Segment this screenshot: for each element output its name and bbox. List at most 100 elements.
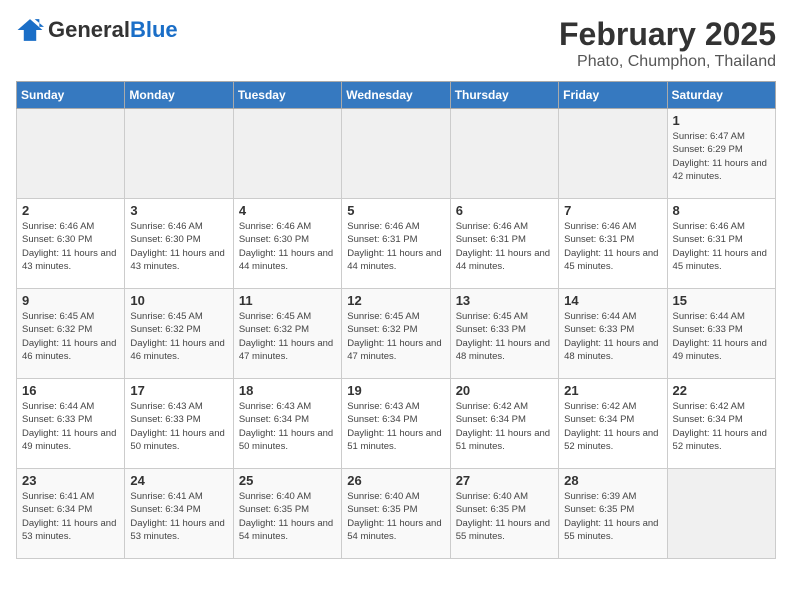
day-number: 3: [130, 203, 227, 218]
calendar-cell: 18 Sunrise: 6:43 AM Sunset: 6:34 PM Dayli…: [233, 379, 341, 469]
day-number: 16: [22, 383, 119, 398]
day-info: Sunrise: 6:43 AM Sunset: 6:33 PM Dayligh…: [130, 400, 227, 453]
month-year-title: February 2025: [559, 16, 776, 53]
calendar-cell: 24Sunrise: 6:41 AM Sunset: 6:34 PM Dayli…: [125, 469, 233, 559]
week-row-5: 23 Sunrise: 6:41 AM Sunset: 6:34 PM Dayli…: [17, 469, 776, 559]
day-number: 5: [347, 203, 444, 218]
day-number: 9: [22, 293, 119, 308]
title-block: February 2025 Phato, Chumphon, Thailand: [559, 16, 776, 71]
day-number: 25: [239, 473, 336, 488]
day-number: 7: [564, 203, 661, 218]
logo-blue-text: Blue: [130, 19, 178, 41]
calendar-cell: 10 Sunrise: 6:45 AM Sunset: 6:32 PM Dayli…: [125, 289, 233, 379]
day-info: Sunrise: 6:43 AM Sunset: 6:34 PM Dayligh…: [239, 400, 336, 453]
day-number: 28: [564, 473, 661, 488]
calendar-cell: 12 Sunrise: 6:45 AM Sunset: 6:32 PM Dayli…: [342, 289, 450, 379]
day-info: Sunrise: 6:46 AM Sunset: 6:31 PM Dayligh…: [564, 220, 661, 273]
day-number: 15: [673, 293, 770, 308]
calendar-cell: [667, 469, 775, 559]
day-number: 23: [22, 473, 119, 488]
day-info: Sunrise: 6:47 AM Sunset: 6:29 PM Dayligh…: [673, 130, 770, 183]
logo: GeneralBlue: [16, 16, 178, 44]
calendar-cell: [559, 109, 667, 199]
logo-icon: [16, 16, 44, 44]
header-saturday: Saturday: [667, 82, 775, 109]
calendar-cell: 16 Sunrise: 6:44 AM Sunset: 6:33 PM Dayli…: [17, 379, 125, 469]
day-info: Sunrise: 6:42 AM Sunset: 6:34 PM Dayligh…: [564, 400, 661, 453]
day-info: Sunrise: 6:45 AM Sunset: 6:32 PM Dayligh…: [239, 310, 336, 363]
calendar-cell: 8 Sunrise: 6:46 AM Sunset: 6:31 PM Daylig…: [667, 199, 775, 289]
calendar-cell: 4Sunrise: 6:46 AM Sunset: 6:30 PM Daylig…: [233, 199, 341, 289]
week-row-2: 2Sunrise: 6:46 AM Sunset: 6:30 PM Daylig…: [17, 199, 776, 289]
day-number: 22: [673, 383, 770, 398]
header-thursday: Thursday: [450, 82, 558, 109]
day-number: 13: [456, 293, 553, 308]
week-row-4: 16 Sunrise: 6:44 AM Sunset: 6:33 PM Dayli…: [17, 379, 776, 469]
day-info: Sunrise: 6:45 AM Sunset: 6:32 PM Dayligh…: [22, 310, 119, 363]
day-info: Sunrise: 6:43 AM Sunset: 6:34 PM Dayligh…: [347, 400, 444, 453]
calendar-cell: 14 Sunrise: 6:44 AM Sunset: 6:33 PM Dayli…: [559, 289, 667, 379]
calendar-cell: 15 Sunrise: 6:44 AM Sunset: 6:33 PM Dayli…: [667, 289, 775, 379]
header-wednesday: Wednesday: [342, 82, 450, 109]
day-info: Sunrise: 6:39 AM Sunset: 6:35 PM Dayligh…: [564, 490, 661, 543]
calendar-cell: 21 Sunrise: 6:42 AM Sunset: 6:34 PM Dayli…: [559, 379, 667, 469]
calendar-cell: 6Sunrise: 6:46 AM Sunset: 6:31 PM Daylig…: [450, 199, 558, 289]
calendar-cell: [17, 109, 125, 199]
day-info: Sunrise: 6:44 AM Sunset: 6:33 PM Dayligh…: [564, 310, 661, 363]
day-number: 4: [239, 203, 336, 218]
page-header: GeneralBlue February 2025 Phato, Chumpho…: [16, 16, 776, 71]
day-number: 1: [673, 113, 770, 128]
day-info: Sunrise: 6:42 AM Sunset: 6:34 PM Dayligh…: [673, 400, 770, 453]
header-friday: Friday: [559, 82, 667, 109]
day-number: 14: [564, 293, 661, 308]
location-subtitle: Phato, Chumphon, Thailand: [559, 53, 776, 71]
calendar-cell: 11Sunrise: 6:45 AM Sunset: 6:32 PM Dayli…: [233, 289, 341, 379]
day-info: Sunrise: 6:42 AM Sunset: 6:34 PM Dayligh…: [456, 400, 553, 453]
day-info: Sunrise: 6:45 AM Sunset: 6:32 PM Dayligh…: [347, 310, 444, 363]
calendar-cell: 17Sunrise: 6:43 AM Sunset: 6:33 PM Dayli…: [125, 379, 233, 469]
day-info: Sunrise: 6:46 AM Sunset: 6:31 PM Dayligh…: [347, 220, 444, 273]
day-info: Sunrise: 6:44 AM Sunset: 6:33 PM Dayligh…: [22, 400, 119, 453]
calendar-cell: 25 Sunrise: 6:40 AM Sunset: 6:35 PM Dayli…: [233, 469, 341, 559]
day-number: 18: [239, 383, 336, 398]
header-monday: Monday: [125, 82, 233, 109]
day-number: 24: [130, 473, 227, 488]
day-info: Sunrise: 6:45 AM Sunset: 6:32 PM Dayligh…: [130, 310, 227, 363]
calendar-cell: [125, 109, 233, 199]
calendar-cell: 26 Sunrise: 6:40 AM Sunset: 6:35 PM Dayli…: [342, 469, 450, 559]
day-info: Sunrise: 6:46 AM Sunset: 6:31 PM Dayligh…: [673, 220, 770, 273]
calendar-cell: 20Sunrise: 6:42 AM Sunset: 6:34 PM Dayli…: [450, 379, 558, 469]
calendar-cell: 3Sunrise: 6:46 AM Sunset: 6:30 PM Daylig…: [125, 199, 233, 289]
day-number: 8: [673, 203, 770, 218]
day-info: Sunrise: 6:40 AM Sunset: 6:35 PM Dayligh…: [347, 490, 444, 543]
week-row-3: 9 Sunrise: 6:45 AM Sunset: 6:32 PM Daylig…: [17, 289, 776, 379]
day-number: 12: [347, 293, 444, 308]
header-sunday: Sunday: [17, 82, 125, 109]
calendar-cell: 19 Sunrise: 6:43 AM Sunset: 6:34 PM Dayli…: [342, 379, 450, 469]
calendar-cell: 13 Sunrise: 6:45 AM Sunset: 6:33 PM Dayli…: [450, 289, 558, 379]
day-number: 10: [130, 293, 227, 308]
calendar-cell: 28 Sunrise: 6:39 AM Sunset: 6:35 PM Dayli…: [559, 469, 667, 559]
day-number: 27: [456, 473, 553, 488]
logo-general-text: General: [48, 19, 130, 41]
day-number: 19: [347, 383, 444, 398]
calendar-cell: [233, 109, 341, 199]
header-tuesday: Tuesday: [233, 82, 341, 109]
calendar-header-row: SundayMondayTuesdayWednesdayThursdayFrid…: [17, 82, 776, 109]
day-info: Sunrise: 6:44 AM Sunset: 6:33 PM Dayligh…: [673, 310, 770, 363]
calendar-cell: [342, 109, 450, 199]
day-info: Sunrise: 6:45 AM Sunset: 6:33 PM Dayligh…: [456, 310, 553, 363]
day-number: 21: [564, 383, 661, 398]
week-row-1: 1 Sunrise: 6:47 AM Sunset: 6:29 PM Daylig…: [17, 109, 776, 199]
day-number: 26: [347, 473, 444, 488]
calendar-cell: 1 Sunrise: 6:47 AM Sunset: 6:29 PM Daylig…: [667, 109, 775, 199]
day-info: Sunrise: 6:46 AM Sunset: 6:30 PM Dayligh…: [22, 220, 119, 273]
calendar-cell: 2Sunrise: 6:46 AM Sunset: 6:30 PM Daylig…: [17, 199, 125, 289]
day-info: Sunrise: 6:41 AM Sunset: 6:34 PM Dayligh…: [22, 490, 119, 543]
calendar-cell: 9 Sunrise: 6:45 AM Sunset: 6:32 PM Daylig…: [17, 289, 125, 379]
calendar-cell: 22 Sunrise: 6:42 AM Sunset: 6:34 PM Dayli…: [667, 379, 775, 469]
day-info: Sunrise: 6:40 AM Sunset: 6:35 PM Dayligh…: [239, 490, 336, 543]
calendar-cell: 5 Sunrise: 6:46 AM Sunset: 6:31 PM Daylig…: [342, 199, 450, 289]
calendar-cell: [450, 109, 558, 199]
calendar-cell: 7 Sunrise: 6:46 AM Sunset: 6:31 PM Daylig…: [559, 199, 667, 289]
